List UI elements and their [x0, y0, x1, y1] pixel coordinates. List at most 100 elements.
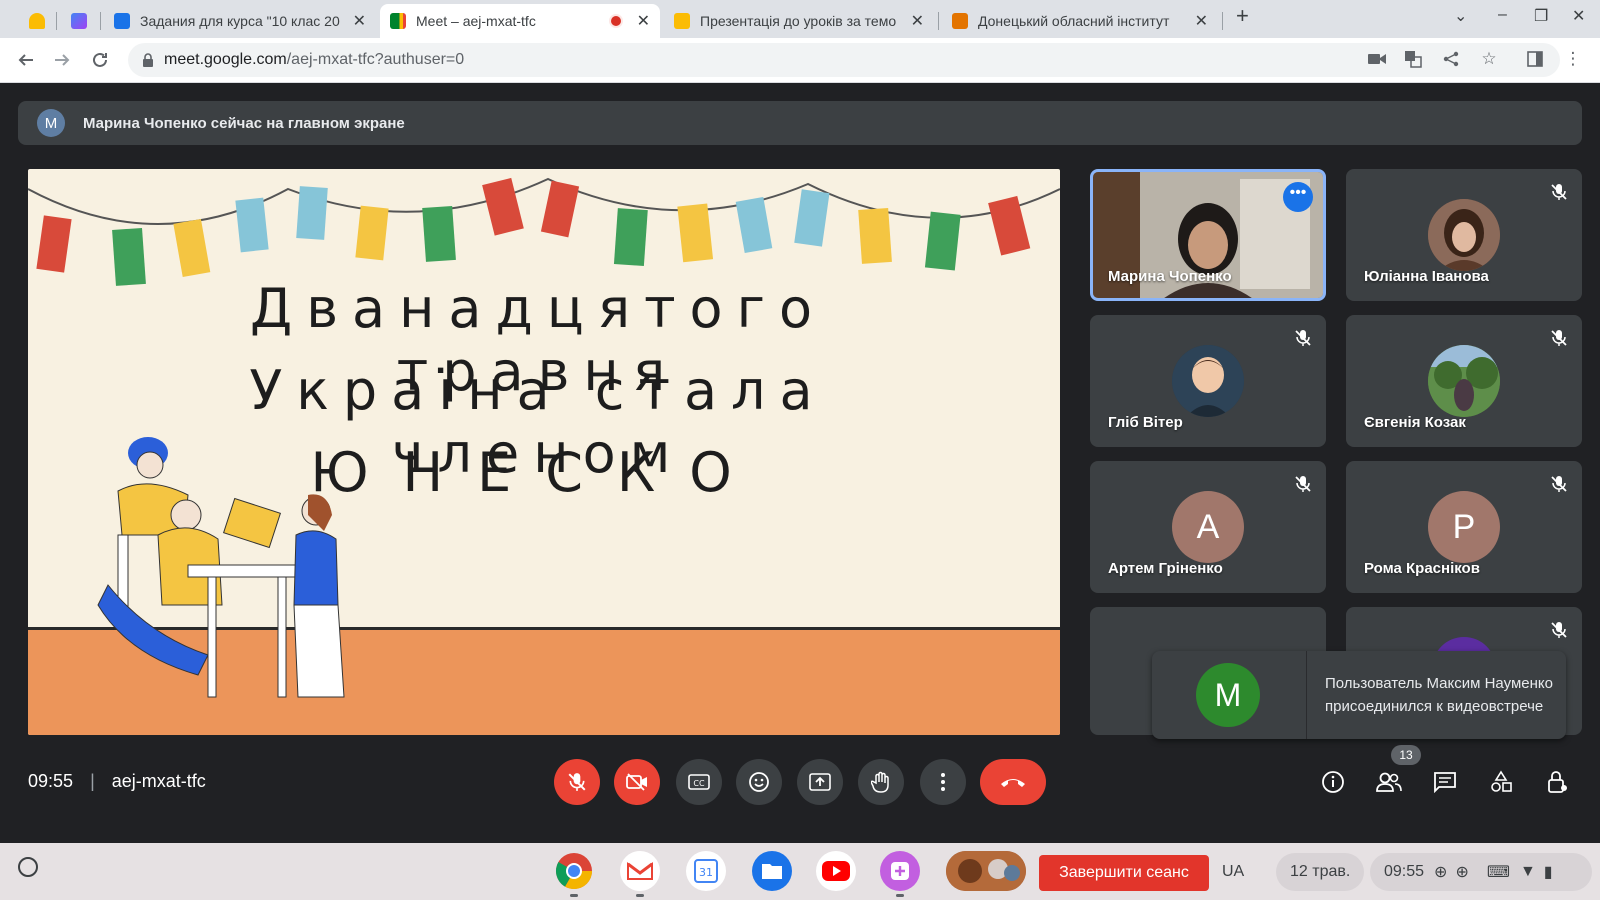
tab-separator — [100, 12, 101, 30]
people-count-badge: 13 — [1391, 745, 1421, 765]
url-host: meet.google.com — [164, 51, 287, 68]
mic-toggle-button[interactable] — [554, 759, 600, 805]
leave-call-button[interactable] — [980, 759, 1046, 805]
tab-presentation[interactable]: Презентація до уроків за темо ✕ — [664, 4, 934, 38]
captions-button[interactable]: CC — [676, 759, 722, 805]
chat-button[interactable] — [1430, 767, 1460, 797]
chrome-app-icon[interactable] — [554, 851, 594, 897]
present-button[interactable] — [797, 759, 843, 805]
tab-pinned-2[interactable] — [62, 4, 96, 38]
gmail-app-icon[interactable] — [620, 851, 660, 897]
calendar-app-icon[interactable]: 31 — [686, 851, 726, 891]
mic-off-icon — [1551, 476, 1567, 492]
tab-title: Донецький обласний інститут — [978, 13, 1170, 29]
camera-toggle-button[interactable] — [614, 759, 660, 805]
running-indicator — [570, 894, 578, 897]
keyboard-layout-indicator[interactable]: UA — [1222, 853, 1244, 891]
meet-stage: M Марина Чопенко сейчас на главном экран… — [0, 83, 1600, 843]
date-tray[interactable]: 12 трав. — [1276, 853, 1365, 891]
participant-name: Гліб Вітер — [1108, 414, 1183, 431]
status-tray[interactable]: 09:55 ⊕ ⊕ ⌨ ▼ ▮ — [1370, 853, 1592, 891]
divider: | — [90, 771, 95, 791]
browser-toolbar: meet.google.com/aej-mxat-tfc?authuser=0 … — [0, 38, 1600, 83]
tab-institute[interactable]: Донецький обласний інститут ✕ — [942, 4, 1218, 38]
camera-off-icon — [626, 773, 647, 791]
close-tab-icon[interactable]: ✕ — [911, 11, 924, 31]
participant-tile[interactable]: А Артем Гріненко — [1090, 461, 1326, 593]
activities-button[interactable] — [1486, 767, 1516, 797]
canvas-app-icon[interactable] — [880, 851, 920, 897]
participant-name: Марина Чопенко — [1108, 268, 1232, 285]
side-panel-icon[interactable] — [1524, 48, 1546, 70]
join-notification: M Пользователь Максим Науменко присоедин… — [1152, 651, 1566, 739]
mic-off-icon — [1551, 622, 1567, 638]
close-window-button[interactable]: ✕ — [1572, 6, 1585, 26]
tab-meet[interactable]: Meet – aej-mxat-tfc ✕ — [380, 4, 660, 38]
presentation-banner: M Марина Чопенко сейчас на главном экран… — [18, 101, 1582, 145]
more-options-button[interactable] — [920, 759, 966, 805]
slides-icon — [674, 13, 690, 29]
tab-search-chevron-icon[interactable]: ⌄ — [1454, 6, 1467, 26]
participant-tile[interactable]: Юліанна Іванова — [1346, 169, 1582, 301]
tab-separator — [938, 12, 939, 30]
tab-title: Задания для курса "10 клас 20 — [140, 13, 340, 29]
camera-in-use-icon[interactable] — [1366, 48, 1388, 70]
meeting-code: aej-mxat-tfc — [111, 771, 206, 791]
more-options-button[interactable]: ••• — [1283, 182, 1313, 212]
files-app-icon[interactable] — [752, 851, 792, 891]
new-tab-button[interactable]: + — [1236, 3, 1249, 29]
classroom-icon — [114, 13, 130, 29]
reactions-button[interactable] — [736, 759, 782, 805]
mic-off-icon — [1551, 184, 1567, 200]
address-bar[interactable]: meet.google.com/aej-mxat-tfc?authuser=0 — [128, 43, 1560, 77]
participant-avatar — [1428, 199, 1500, 271]
youtube-app-icon[interactable] — [816, 851, 856, 891]
running-indicator — [636, 894, 644, 897]
close-tab-icon[interactable]: ✕ — [353, 11, 366, 31]
join-notification-text: Пользователь Максим Науменко присоединил… — [1325, 675, 1553, 715]
bunting-decoration — [28, 177, 1060, 286]
launcher-icon[interactable] — [18, 857, 38, 877]
participant-name: Артем Гріненко — [1108, 560, 1223, 577]
reload-button[interactable] — [86, 46, 114, 74]
translate-icon[interactable] — [1402, 48, 1424, 70]
participant-tile[interactable]: ••• Марина Чопенко — [1090, 169, 1326, 301]
participant-avatar — [1428, 345, 1500, 417]
keyboard-icon: ⌨ — [1486, 864, 1510, 881]
hand-icon — [871, 771, 889, 793]
meeting-details-button[interactable] — [1318, 767, 1348, 797]
tab-separator — [56, 12, 57, 30]
browser-menu-icon[interactable]: ⋮ — [1562, 48, 1584, 70]
mic-off-icon — [1295, 330, 1311, 346]
participant-tile[interactable]: Гліб Вітер — [1090, 315, 1326, 447]
url-text: meet.google.com/aej-mxat-tfc?authuser=0 — [164, 51, 464, 69]
raise-hand-button[interactable] — [858, 759, 904, 805]
participant-tile[interactable]: Євгенія Козак — [1346, 315, 1582, 447]
bookmark-star-icon[interactable]: ☆ — [1478, 48, 1500, 70]
forward-button[interactable] — [48, 46, 76, 74]
os-shelf: 31 Завершити сеанс UA 12 трав. 09:55 ⊕ ⊕… — [0, 843, 1600, 900]
url-path: /aej-mxat-tfc?authuser=0 — [286, 51, 465, 68]
back-button[interactable] — [12, 46, 40, 74]
lock-icon — [143, 53, 153, 67]
participant-tile[interactable]: Р Рома Красніков — [1346, 461, 1582, 593]
share-icon[interactable] — [1440, 48, 1462, 70]
joiner-avatar: M — [1196, 663, 1260, 727]
participant-avatar: Р — [1428, 491, 1500, 563]
host-controls-button[interactable] — [1542, 767, 1572, 797]
back-arrow-icon — [18, 54, 33, 66]
participant-name: Євгенія Козак — [1364, 414, 1466, 431]
tab-classroom[interactable]: Задания для курса "10 клас 20 ✕ — [104, 4, 376, 38]
restore-window-button[interactable]: ❐ — [1534, 6, 1548, 26]
emoji-icon — [749, 772, 769, 792]
tab-separator — [1222, 12, 1223, 30]
mic-off-icon — [568, 773, 586, 791]
end-session-button[interactable]: Завершити сеанс — [1039, 855, 1209, 891]
photo-app-icon[interactable] — [946, 851, 1026, 891]
close-tab-icon[interactable]: ✕ — [637, 11, 650, 31]
people-button[interactable] — [1374, 767, 1404, 797]
tab-pinned-1[interactable] — [20, 4, 54, 38]
minimize-window-button[interactable]: – — [1498, 6, 1507, 24]
captions-icon: CC — [688, 774, 710, 790]
close-tab-icon[interactable]: ✕ — [1195, 11, 1208, 31]
